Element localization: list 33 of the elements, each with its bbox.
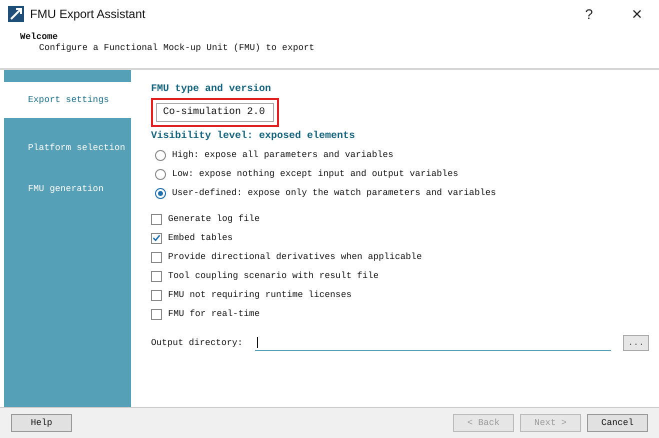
radio-label: Low: expose nothing except input and output variables — [172, 169, 458, 179]
sidebar-item[interactable]: Export settings — [4, 82, 131, 118]
header-title: Welcome — [20, 32, 59, 42]
radio-button[interactable] — [155, 188, 166, 198]
checkbox[interactable] — [151, 290, 162, 300]
dialog-button[interactable]: Help — [11, 414, 72, 432]
help-icon[interactable]: ? — [575, 6, 603, 22]
checkbox[interactable] — [151, 232, 162, 244]
app-logo-icon — [8, 6, 24, 22]
checkbox-label: Tool coupling scenario with result file — [168, 271, 379, 281]
window-title: FMU Export Assistant — [30, 7, 146, 21]
checkbox-label: Embed tables — [168, 233, 233, 243]
radio-label: User-defined: expose only the watch parameters and variables — [172, 188, 496, 198]
checkbox-label: Generate log file — [168, 214, 260, 224]
header-subtitle: Configure a Functional Mock-up Unit (FMU) to export — [38, 43, 316, 53]
radio-button[interactable] — [155, 150, 166, 160]
section-heading: FMU type and version — [151, 84, 272, 95]
checkbox-label: Provide directional derivatives when applicable — [168, 252, 422, 262]
checkbox-label: FMU for real-time — [168, 309, 260, 319]
checkbox-label: FMU not requiring runtime licenses — [168, 290, 352, 300]
checkbox[interactable] — [151, 270, 162, 282]
radio-button[interactable] — [155, 168, 166, 180]
fmu-type-dropdown[interactable]: Co-simulation 2.0 — [156, 103, 274, 122]
checkbox[interactable] — [151, 252, 162, 262]
output-directory-label: Output directory: — [151, 338, 243, 348]
checkbox[interactable] — [151, 214, 162, 224]
browse-button[interactable]: ... — [623, 335, 649, 351]
output-directory-field[interactable] — [254, 336, 611, 350]
dialog-button[interactable]: Cancel — [587, 414, 648, 432]
checkbox[interactable] — [151, 308, 162, 320]
close-icon[interactable]: × — [623, 4, 651, 24]
radio-label: High: expose all parameters and variables — [172, 150, 394, 160]
section-heading: Visibility level: exposed elements — [151, 131, 356, 142]
